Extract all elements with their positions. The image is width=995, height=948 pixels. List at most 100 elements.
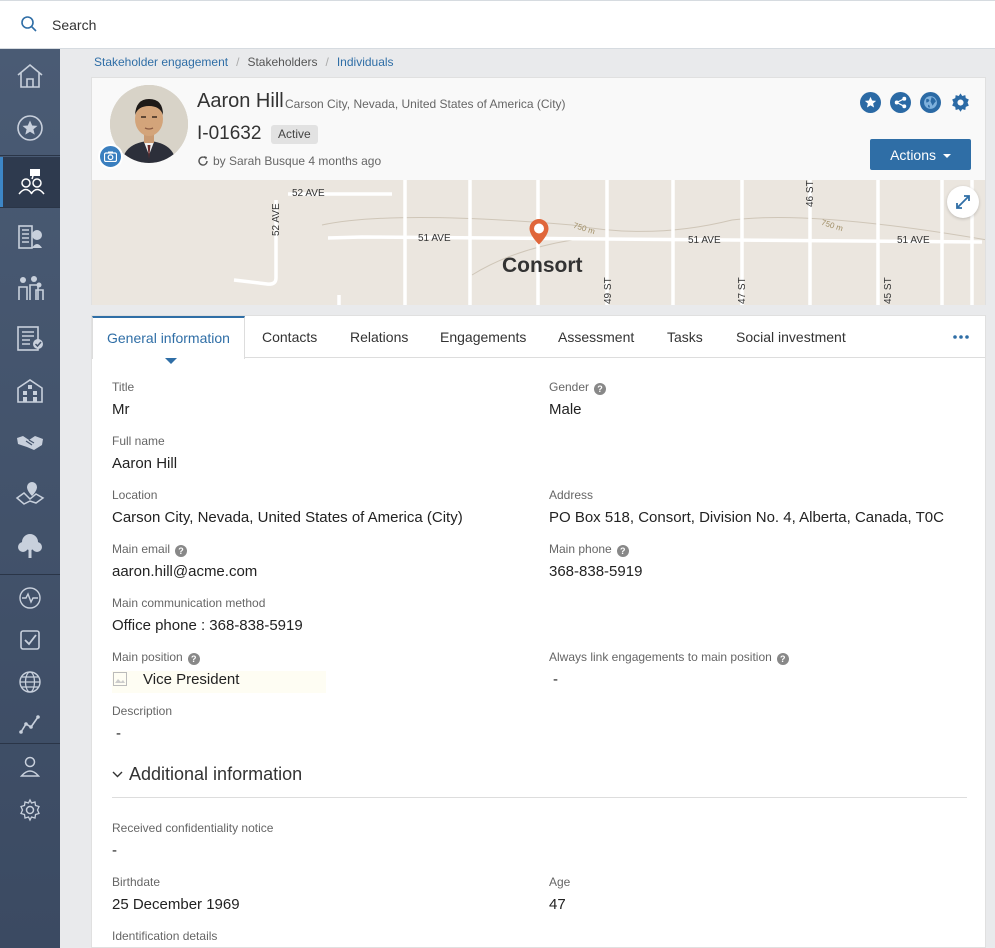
- tab-engagements[interactable]: Engagements: [440, 316, 526, 358]
- road-label: 51 AVE: [418, 233, 451, 244]
- help-icon[interactable]: ?: [175, 545, 188, 557]
- sidebar-item-organizations[interactable]: [0, 211, 60, 261]
- person-name: Aaron Hill: [197, 90, 284, 112]
- status-badge: Active: [271, 125, 318, 144]
- field-label-gender: Gender?: [549, 380, 607, 395]
- map-view-button[interactable]: [920, 92, 941, 113]
- breadcrumb-separator: /: [236, 55, 240, 69]
- share-button[interactable]: [890, 92, 911, 113]
- road-label: 51 AVE: [897, 235, 930, 246]
- tab-tasks[interactable]: Tasks: [667, 316, 703, 358]
- road-label: 45 ST: [883, 277, 894, 304]
- field-label-birthdate: Birthdate: [112, 875, 161, 889]
- sidebar-item-buildings[interactable]: [0, 365, 60, 415]
- sidebar-item-profile[interactable]: [0, 741, 60, 791]
- handshake-icon: [17, 436, 43, 450]
- settings-button[interactable]: [950, 92, 971, 113]
- activity-icon: [19, 587, 41, 609]
- search-icon[interactable]: [20, 15, 38, 33]
- sidebar-item-handshake[interactable]: [0, 417, 60, 467]
- breadcrumb: Stakeholder engagement / Stakeholders / Indi…: [94, 55, 394, 69]
- chevron-down-icon: [112, 771, 123, 778]
- road-label: 51 AVE: [688, 235, 721, 246]
- location-map[interactable]: 52 AVE 52 AVE 51 AVE 51 AVE 51 AVE 49 ST…: [91, 180, 986, 305]
- road-label: 46 ST: [805, 180, 816, 207]
- chart-line-icon: [19, 715, 40, 734]
- breadcrumb-individuals[interactable]: Individuals: [337, 55, 394, 69]
- field-label-fullname: Full name: [112, 434, 165, 448]
- map-marker-icon[interactable]: [528, 218, 550, 246]
- field-label-identification: Identification details: [112, 929, 218, 943]
- field-label-address: Address: [549, 488, 594, 502]
- field-label-main-position: Main position?: [112, 650, 200, 665]
- sidebar-item-environment[interactable]: [0, 521, 60, 571]
- settings-icon: [952, 93, 969, 112]
- favorite-button[interactable]: [860, 92, 881, 113]
- section-additional-information[interactable]: Additional information: [112, 764, 302, 785]
- sidebar-item-groups[interactable]: [0, 263, 60, 313]
- user-icon: [19, 756, 41, 777]
- breadcrumb-stakeholder-engagement[interactable]: Stakeholder engagement: [94, 55, 228, 69]
- sidebar-item-favorites[interactable]: [0, 103, 60, 153]
- map-pin-icon: [15, 482, 45, 505]
- expand-map-button[interactable]: [947, 186, 979, 218]
- road-label: 52 AVE: [292, 188, 325, 199]
- breadcrumb-stakeholders[interactable]: Stakeholders: [247, 55, 317, 69]
- caret-down-icon: [942, 153, 951, 158]
- road-label: 49 ST: [603, 277, 614, 304]
- help-icon[interactable]: ?: [616, 545, 629, 557]
- record-header: Aaron Hill Carson City, Nevada, United S…: [91, 77, 986, 180]
- field-value-phone: 368-838-5919: [549, 563, 643, 580]
- more-tabs-icon[interactable]: [951, 329, 971, 345]
- field-value-location: Carson City, Nevada, United States of Am…: [112, 509, 463, 526]
- tab-social-investment[interactable]: Social investment: [736, 316, 846, 358]
- field-value-description: -: [116, 725, 121, 742]
- tab-general-information[interactable]: General information: [92, 316, 245, 364]
- tab-assessment[interactable]: Assessment: [558, 316, 634, 358]
- field-label-communication-method: Main communication method: [112, 596, 266, 610]
- buildings-icon: [17, 379, 43, 403]
- record-detail-card: General information Contacts Relations E…: [91, 315, 986, 948]
- favorite-star-icon: [864, 96, 877, 108]
- person-location-subtitle: Carson City, Nevada, United States of Am…: [285, 97, 566, 111]
- sidebar-item-map[interactable]: [0, 469, 60, 519]
- camera-icon: [104, 151, 117, 162]
- sidebar-item-settings[interactable]: [0, 785, 60, 835]
- field-value-email[interactable]: aaron.hill@acme.com: [112, 563, 257, 580]
- help-icon[interactable]: ?: [776, 653, 789, 665]
- field-label-confidentiality: Received confidentiality notice: [112, 821, 274, 835]
- sidebar: [0, 49, 60, 948]
- groups-icon: [18, 276, 44, 300]
- expand-icon: [956, 195, 970, 209]
- change-photo-button[interactable]: [98, 144, 123, 169]
- field-value-age: 47: [549, 896, 566, 913]
- header-icon-group: [860, 92, 971, 113]
- tab-relations[interactable]: Relations: [350, 316, 408, 358]
- map-city-label: Consort: [502, 254, 583, 277]
- field-label-description: Description: [112, 704, 173, 718]
- field-value-main-position[interactable]: Vice President: [112, 671, 326, 693]
- field-label-phone: Main phone?: [549, 542, 629, 557]
- field-value-confidentiality: -: [112, 842, 117, 859]
- tab-contacts[interactable]: Contacts: [262, 316, 317, 358]
- field-value-fullname: Aaron Hill: [112, 455, 178, 472]
- sidebar-item-tasks-list[interactable]: [0, 313, 60, 363]
- sidebar-item-home[interactable]: [0, 51, 60, 101]
- section-divider: [112, 797, 967, 798]
- globe-icon: [924, 96, 937, 109]
- actions-dropdown-button[interactable]: Actions: [870, 139, 971, 170]
- home-icon: [17, 63, 43, 88]
- breadcrumb-separator: /: [325, 55, 329, 69]
- field-value-always-link: -: [553, 671, 558, 688]
- byline-text: by Sarah Busque 4 months ago: [213, 154, 382, 168]
- stakeholders-icon: [17, 169, 45, 195]
- help-icon[interactable]: ?: [594, 383, 607, 395]
- search-input[interactable]: [46, 13, 646, 37]
- field-label-age: Age: [549, 875, 571, 889]
- help-icon[interactable]: ?: [187, 653, 200, 665]
- field-value-gender: Male: [549, 401, 582, 418]
- refresh-icon: [198, 156, 208, 166]
- field-value-birthdate: 25 December 1969: [112, 896, 240, 913]
- sidebar-item-stakeholders[interactable]: [0, 157, 60, 207]
- settings-icon: [20, 798, 40, 822]
